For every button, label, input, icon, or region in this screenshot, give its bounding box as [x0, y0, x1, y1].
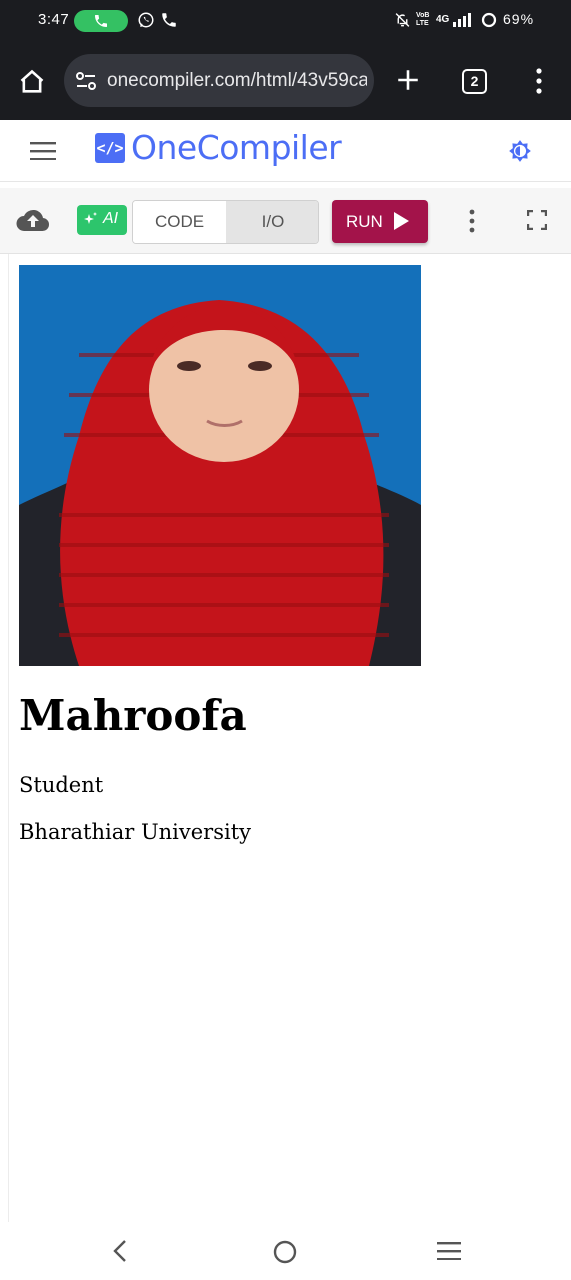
sparkle-icon	[84, 212, 97, 224]
tab-io[interactable]: I/O	[226, 201, 318, 243]
kebab-icon[interactable]	[468, 209, 476, 233]
network-type: 4G	[436, 14, 450, 25]
ai-button[interactable]: AI	[77, 205, 127, 235]
view-switcher: CODE I/O	[132, 200, 319, 244]
browser-toolbar: onecompiler.com/html/43v59ca 2	[0, 42, 571, 120]
profile-photo	[19, 265, 421, 666]
home-icon[interactable]	[18, 68, 46, 96]
output-panel: Mahroofa Student Bharathiar University	[8, 254, 571, 1222]
site-info-icon[interactable]	[75, 71, 97, 91]
battery-ring-icon	[481, 12, 497, 28]
whatsapp-icon	[138, 12, 154, 28]
back-icon[interactable]	[110, 1239, 130, 1263]
output-role: Student	[19, 773, 104, 797]
logo-mark[interactable]: </>	[95, 133, 125, 163]
plus-icon[interactable]	[395, 67, 421, 93]
phone-icon	[162, 13, 176, 27]
address-bar[interactable]: onecompiler.com/html/43v59ca	[64, 54, 374, 107]
run-label: RUN	[346, 212, 383, 231]
status-bar: 3:47 VoB LTE 4G 69%	[0, 0, 571, 42]
output-heading: Mahroofa	[19, 691, 247, 740]
hamburger-icon[interactable]	[30, 142, 56, 160]
output-university: Bharathiar University	[19, 820, 252, 844]
theme-toggle-icon[interactable]	[507, 138, 533, 164]
phone-call-icon	[95, 15, 107, 27]
status-time: 3:47	[38, 11, 70, 28]
run-button[interactable]: RUN	[332, 200, 428, 243]
more-vert-icon[interactable]	[534, 67, 544, 95]
fullscreen-icon[interactable]	[527, 210, 547, 230]
volte-label: VoB LTE	[416, 12, 430, 27]
ai-label: AI	[103, 210, 119, 227]
editor-toolbar: AI CODE I/O RUN	[0, 188, 571, 254]
battery-level: 69%	[503, 11, 535, 27]
cloud-upload-icon[interactable]	[16, 208, 50, 232]
recents-icon[interactable]	[437, 1242, 461, 1260]
site-header: </> OneCompiler	[0, 120, 571, 182]
home-circle-icon[interactable]	[272, 1239, 298, 1265]
system-nav-bar	[0, 1222, 571, 1280]
play-icon	[394, 212, 409, 230]
tabs-icon[interactable]: 2	[462, 69, 487, 94]
tab-code[interactable]: CODE	[133, 201, 226, 243]
signal-icon	[453, 13, 471, 27]
ongoing-call-pill[interactable]	[74, 10, 128, 32]
mute-icon	[395, 13, 410, 27]
logo-text[interactable]: OneCompiler	[131, 128, 342, 167]
url-text[interactable]: onecompiler.com/html/43v59ca	[107, 70, 367, 92]
